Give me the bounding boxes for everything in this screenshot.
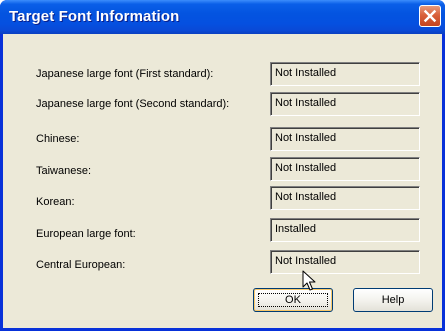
status-european-large: Installed	[270, 218, 420, 242]
status-central-european: Not Installed	[270, 250, 420, 274]
label-japanese-second-standard: Japanese large font (Second standard):	[36, 98, 230, 110]
status-chinese: Not Installed	[270, 127, 420, 151]
focus-ring	[258, 293, 328, 307]
label-european-large: European large font:	[36, 228, 136, 240]
label-japanese-first-standard: Japanese large font (First standard):	[36, 68, 214, 80]
help-button-label: Help	[381, 294, 405, 306]
dialog-body: Japanese large font (First standard): No…	[3, 34, 442, 328]
label-chinese: Chinese:	[36, 133, 80, 145]
title-bar[interactable]: Target Font Information	[0, 0, 445, 34]
status-taiwanese: Not Installed	[270, 157, 420, 181]
mouse-pointer-icon	[302, 270, 316, 291]
status-korean: Not Installed	[270, 186, 420, 210]
ok-button[interactable]: OK	[253, 288, 333, 312]
dialog-window: Target Font Information Japanese large f…	[0, 0, 445, 331]
status-japanese-second-standard: Not Installed	[270, 92, 420, 116]
label-taiwanese: Taiwanese:	[36, 165, 92, 177]
close-icon	[423, 9, 437, 23]
label-korean: Korean:	[36, 196, 75, 208]
help-button[interactable]: Help	[353, 288, 433, 312]
close-button[interactable]	[419, 5, 441, 27]
status-japanese-first-standard: Not Installed	[270, 62, 420, 86]
label-central-european: Central European:	[36, 259, 126, 271]
dialog-title: Target Font Information	[9, 8, 180, 25]
